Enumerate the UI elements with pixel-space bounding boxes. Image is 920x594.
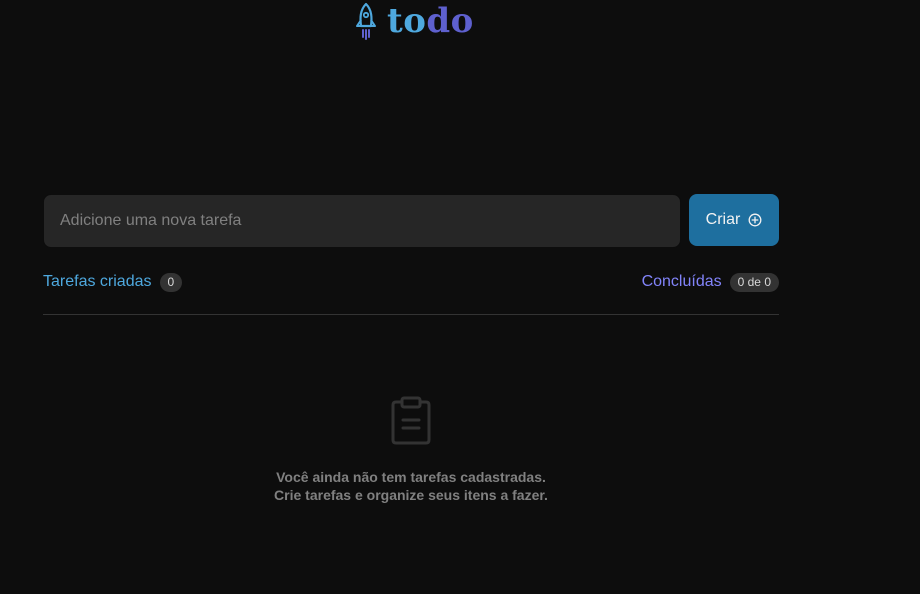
created-tasks-count-badge: 0 — [159, 272, 183, 292]
create-task-button[interactable]: Criar — [689, 194, 779, 246]
logo-text: todo — [387, 2, 474, 40]
completed-tasks-stat: Concluídas 0 de 0 — [641, 272, 779, 292]
app-logo: todo — [355, 0, 474, 42]
created-tasks-stat: Tarefas criadas 0 — [43, 272, 183, 292]
create-button-label: Criar — [705, 211, 741, 228]
todo-app: todo Criar Tarefas criadas 0 Concluídas … — [0, 0, 920, 594]
rocket-icon — [355, 2, 377, 40]
completed-tasks-count-badge: 0 de 0 — [729, 272, 779, 292]
logo-text-do: do — [426, 1, 474, 41]
logo-text-to: to — [387, 1, 427, 41]
task-stats: Tarefas criadas 0 Concluídas 0 de 0 — [43, 270, 779, 294]
created-tasks-label: Tarefas criadas — [43, 273, 152, 290]
empty-message-subtitle: Crie tarefas e organize seus itens a faz… — [274, 487, 548, 503]
list-divider — [43, 314, 779, 315]
plus-circle-icon — [748, 213, 762, 227]
empty-message-title: Você ainda não tem tarefas cadastradas. — [276, 469, 546, 485]
empty-task-list: Você ainda não tem tarefas cadastradas. … — [43, 396, 779, 504]
new-task-form: Criar — [43, 194, 779, 248]
new-task-input[interactable] — [43, 194, 681, 248]
completed-tasks-label: Concluídas — [641, 273, 722, 290]
clipboard-icon — [390, 396, 432, 446]
